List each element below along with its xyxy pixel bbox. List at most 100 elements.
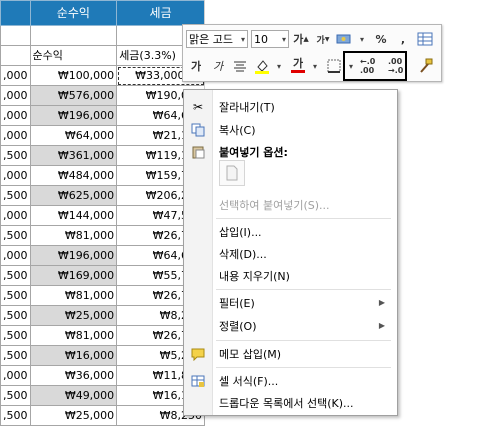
cell-clipped[interactable]: ,500: [0, 385, 31, 406]
menu-item-label: 드롭다운 목록에서 선택(K)...: [219, 396, 354, 410]
menu-item-format-cells[interactable]: 셀 서식(F)...: [184, 370, 397, 391]
font-name-combo[interactable]: 맑은 고드 ▾: [186, 30, 248, 48]
table-row: ,500 ₩361,000 ₩119,130: [0, 145, 205, 166]
table-row: ,500 ₩81,000 ₩26,730: [0, 225, 205, 246]
menu-item-copy[interactable]: 복사(C): [184, 119, 397, 140]
cell-clipped[interactable]: ,500: [0, 145, 31, 166]
format-table-button[interactable]: [415, 29, 435, 49]
cell-clipped[interactable]: ,000: [0, 245, 31, 266]
cell-net-profit[interactable]: ₩49,000: [29, 385, 118, 406]
cell-clipped[interactable]: ,000: [0, 65, 31, 86]
table-row: ,000 ₩100,000 ₩33,000.00: [0, 65, 205, 86]
cell-net-profit[interactable]: ₩81,000: [29, 225, 118, 246]
menu-item-insert[interactable]: 삽입(I)...: [184, 221, 397, 242]
cell-net-profit[interactable]: ₩64,000: [29, 125, 118, 146]
italic-button[interactable]: 가: [208, 56, 228, 76]
fill-color-button[interactable]: [252, 56, 272, 76]
menu-item-cut[interactable]: ✂ 잘라내기(T): [184, 96, 397, 117]
font-size-combo[interactable]: 10 ▾: [251, 30, 289, 48]
bold-button[interactable]: 가: [186, 56, 206, 76]
cell-clipped[interactable]: ,500: [0, 305, 31, 326]
cell-net-profit[interactable]: ₩196,000: [29, 105, 118, 126]
paste-icon: [190, 144, 206, 160]
menu-item-insert-comment[interactable]: 메모 삽입(M): [184, 343, 397, 364]
table-row: ,000 ₩36,000 ₩11,880: [0, 365, 205, 386]
paste-option-button[interactable]: [219, 160, 245, 186]
menu-item-clear-contents[interactable]: 내용 지우기(N): [184, 265, 397, 286]
cell[interactable]: [29, 25, 118, 46]
menu-separator: [216, 340, 391, 341]
header-cell[interactable]: [0, 0, 31, 26]
menu-item-label: 잘라내기(T): [219, 100, 275, 114]
font-color-bar: [291, 70, 305, 73]
cell-clipped[interactable]: ,500: [0, 265, 31, 286]
menu-item-filter[interactable]: 필터(E) ▶: [184, 292, 397, 313]
table-row: ,500 ₩49,000 ₩16,170: [0, 385, 205, 406]
cell-net-profit[interactable]: ₩81,000: [29, 285, 118, 306]
menu-item-label: 삽입(I)...: [219, 225, 262, 239]
cell-net-profit[interactable]: ₩25,000: [29, 305, 118, 326]
grow-font-button[interactable]: 가 ▲: [291, 29, 311, 49]
menu-item-delete[interactable]: 삭제(D)...: [184, 243, 397, 264]
table-row: ,500 ₩81,000 ₩26,730: [0, 285, 205, 306]
menu-separator: [216, 367, 391, 368]
table-row: ,000 ₩196,000 ₩64,680: [0, 245, 205, 266]
menu-separator: [216, 289, 391, 290]
format-painter-button[interactable]: [416, 56, 436, 76]
header-cell-tax[interactable]: 세금: [116, 0, 205, 26]
cell-net-profit[interactable]: ₩576,000: [29, 85, 118, 106]
chevron-down-icon[interactable]: ▾: [272, 56, 286, 76]
cell-clipped[interactable]: ,000: [0, 165, 31, 186]
menu-item-label: 붙여넣기 옵션:: [219, 145, 288, 159]
cell[interactable]: [0, 45, 31, 66]
cell-clipped[interactable]: ,000: [0, 85, 31, 106]
cell-clipped[interactable]: ,000: [0, 205, 31, 226]
align-center-button[interactable]: [230, 56, 250, 76]
table-row: ,000 ₩196,000 ₩64,680: [0, 105, 205, 126]
cell-net-profit[interactable]: ₩144,000: [29, 205, 118, 226]
chevron-down-icon: ▾: [281, 34, 286, 44]
shrink-font-icon: 가: [316, 35, 325, 46]
menu-item-label: 내용 지우기(N): [219, 269, 290, 283]
cell-net-profit[interactable]: ₩169,000: [29, 265, 118, 286]
cell-clipped[interactable]: ,500: [0, 185, 31, 206]
borders-button[interactable]: [324, 56, 344, 76]
cell-net-profit[interactable]: ₩196,000: [29, 245, 118, 266]
cell-clipped[interactable]: ,000: [0, 105, 31, 126]
cell-clipped[interactable]: ,500: [0, 225, 31, 246]
cell-net-profit[interactable]: ₩36,000: [29, 365, 118, 386]
cell-net-profit[interactable]: ₩625,000: [29, 185, 118, 206]
italic-icon: 가: [212, 60, 224, 73]
comma-icon: ,: [400, 32, 406, 46]
chevron-down-icon[interactable]: ▾: [308, 56, 322, 76]
cell-clipped[interactable]: ,000: [0, 365, 31, 386]
bold-icon: 가: [190, 60, 202, 73]
table-row: ,500 ₩625,000 ₩206,250: [0, 185, 205, 206]
cell-clipped[interactable]: ,500: [0, 345, 31, 366]
cell-net-profit[interactable]: ₩81,000: [29, 325, 118, 346]
currency-button[interactable]: [335, 29, 355, 49]
chevron-down-icon[interactable]: ▾: [355, 29, 369, 49]
cell-net-profit[interactable]: ₩100,000: [29, 65, 118, 86]
cell-net-profit[interactable]: ₩16,000: [29, 345, 118, 366]
cell-net-profit[interactable]: ₩484,000: [29, 165, 118, 186]
label-cell-net-profit[interactable]: 순수익: [29, 45, 118, 66]
menu-item-pick-from-list[interactable]: 드롭다운 목록에서 선택(K)...: [184, 392, 397, 413]
cell-clipped[interactable]: ,500: [0, 285, 31, 306]
table-row: ,000 ₩576,000 ₩190,080: [0, 85, 205, 106]
menu-item-paste-special[interactable]: 선택하여 붙여넣기(S)...: [184, 194, 397, 215]
cell-net-profit[interactable]: ₩361,000: [29, 145, 118, 166]
cell-clipped[interactable]: ,000: [0, 125, 31, 146]
format-painter-icon: [420, 58, 433, 73]
shrink-font-button[interactable]: 가 ▼: [313, 29, 333, 49]
header-cell-net-profit[interactable]: 순수익: [29, 0, 118, 26]
table-row: ,000 ₩64,000 ₩21,120: [0, 125, 205, 146]
comma-button[interactable]: ,: [393, 29, 413, 49]
menu-item-label: 삭제(D)...: [219, 247, 267, 261]
cell-clipped[interactable]: ,500: [0, 325, 31, 346]
percent-button[interactable]: %: [371, 29, 391, 49]
menu-item-sort[interactable]: 정렬(O) ▶: [184, 315, 397, 336]
cell[interactable]: [0, 25, 31, 46]
table-row: ,500 ₩81,000 ₩26,730: [0, 325, 205, 346]
font-color-button[interactable]: 가: [288, 56, 308, 76]
